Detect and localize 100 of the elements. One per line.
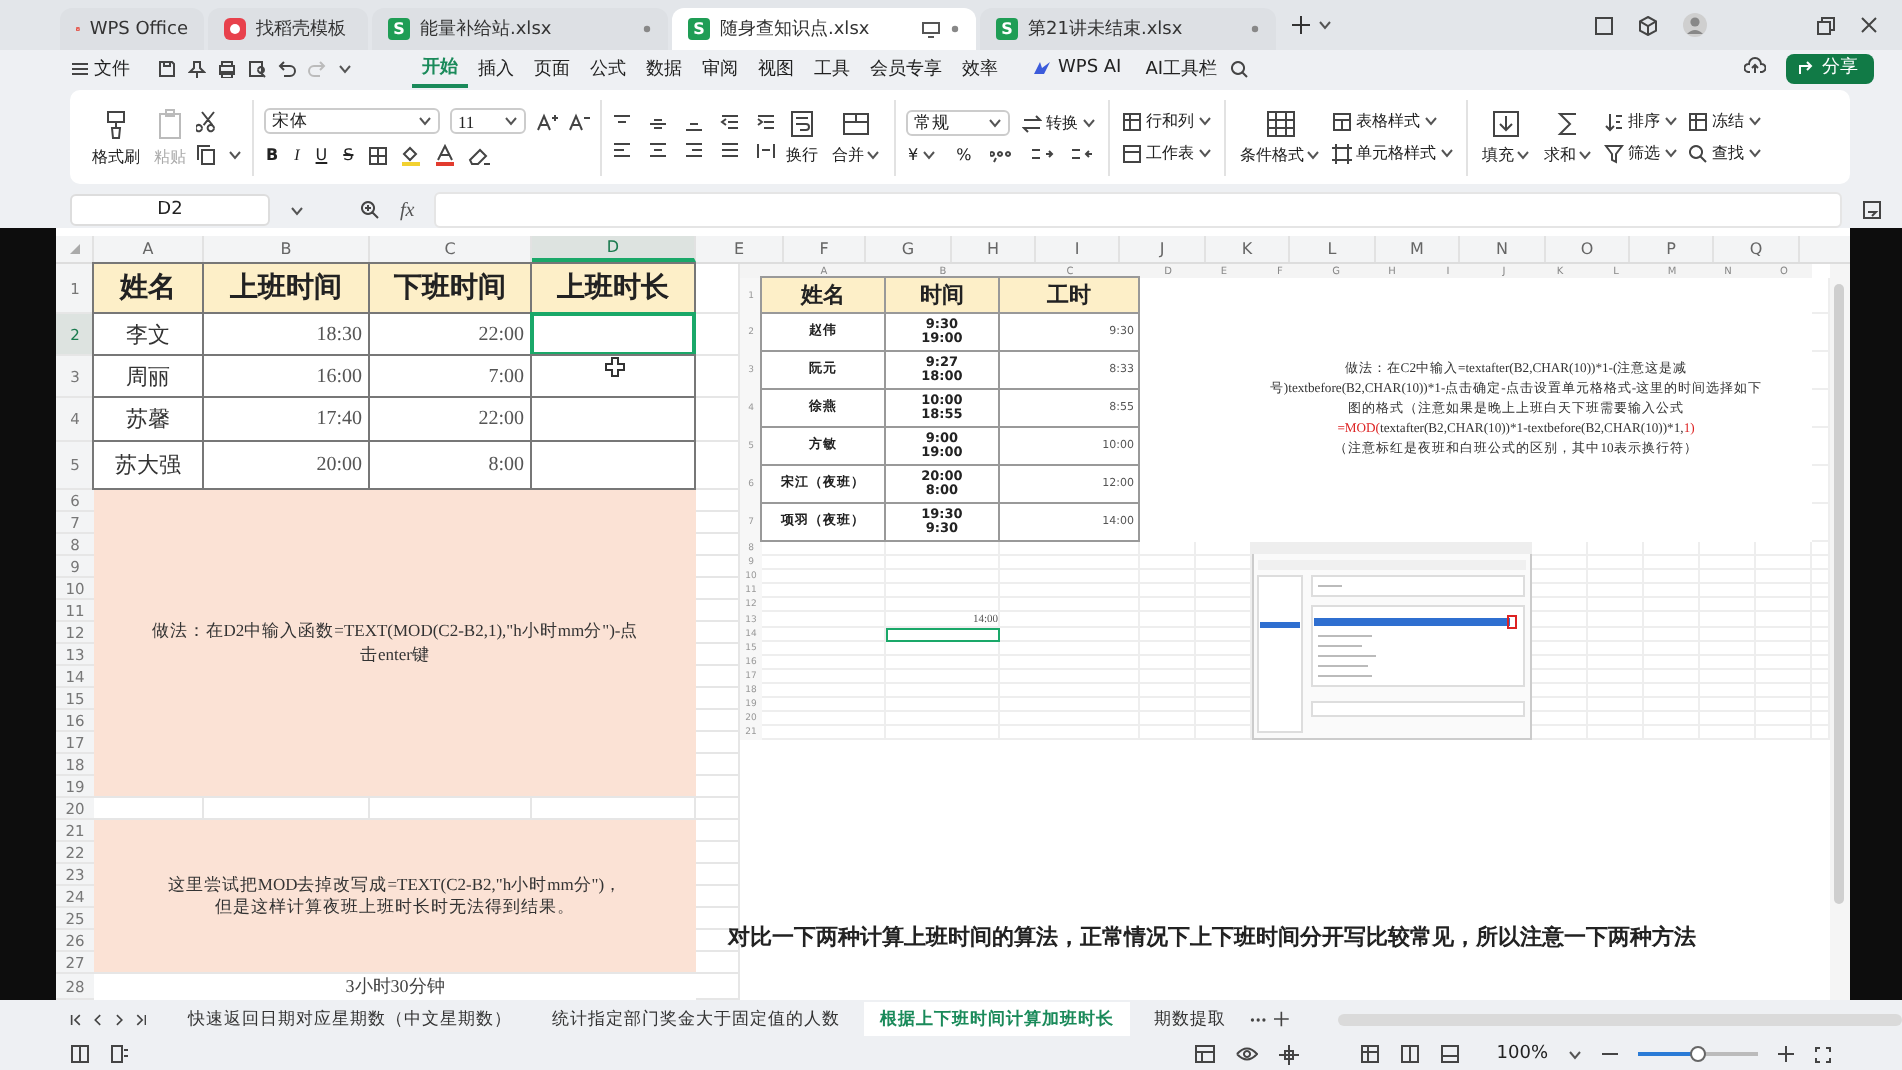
chevron-down-icon xyxy=(290,203,304,217)
find-button[interactable]: 查找 xyxy=(1686,142,1764,164)
formula-input[interactable] xyxy=(434,192,1842,228)
scissors-icon xyxy=(196,109,220,133)
convert-button[interactable]: 转换 xyxy=(1020,112,1098,134)
sort-button[interactable]: 排序 xyxy=(1602,110,1680,132)
column-header[interactable]: O xyxy=(1546,236,1630,262)
sum-button[interactable]: 求和 xyxy=(1540,109,1596,165)
window-tab[interactable]: S 随身查知识点.xlsx xyxy=(672,8,976,50)
header-cell: 下班时间 xyxy=(368,262,532,314)
font-size-dropdown[interactable]: 11 xyxy=(450,108,526,134)
next-sheet-icon xyxy=(112,1011,126,1027)
window-tab[interactable]: S 第21讲未结束.xlsx xyxy=(980,8,1276,50)
table-cell[interactable] xyxy=(530,440,696,490)
fill-down-icon xyxy=(1492,109,1520,137)
horizontal-scrollbar[interactable] xyxy=(1337,1013,1902,1025)
freeze-button[interactable]: 冻结 xyxy=(1686,110,1764,132)
worksheet-button[interactable]: 工作表 xyxy=(1120,142,1214,164)
chevron-down-icon xyxy=(1198,114,1212,128)
ribbon-tab[interactable]: 会员专享 xyxy=(860,51,952,85)
filter-button[interactable]: 筛选 xyxy=(1602,142,1680,164)
share-button[interactable]: 分享 xyxy=(1786,53,1874,83)
wrap-text-icon xyxy=(788,109,816,137)
ribbon-tab[interactable]: 效率 xyxy=(952,51,1008,85)
indent-increase-icon xyxy=(756,114,776,132)
table-style-button[interactable]: 表格样式 xyxy=(1330,110,1456,132)
sheet-tab[interactable]: 统计指定部门奖金大于固定值的人数 xyxy=(536,1002,857,1036)
ribbon-tab[interactable]: 审阅 xyxy=(692,51,748,85)
print-icon xyxy=(218,59,236,77)
column-header[interactable]: I xyxy=(1036,236,1120,262)
chevron-down-icon xyxy=(922,148,937,162)
status-icon xyxy=(110,1044,130,1064)
ribbon-tab[interactable]: 视图 xyxy=(748,51,804,85)
fill-button[interactable]: 填充 xyxy=(1478,109,1534,165)
window-icon xyxy=(1594,15,1614,35)
window-tab[interactable]: S 能量补给站.xlsx xyxy=(372,8,668,50)
column-header[interactable]: H xyxy=(952,236,1036,262)
font-shrink-icon xyxy=(568,111,590,131)
merge-cells-button[interactable]: 合并 xyxy=(828,109,884,165)
font-name-dropdown[interactable]: 宋体 xyxy=(264,108,440,134)
column-header[interactable]: D xyxy=(532,236,696,262)
sheet-tab[interactable]: 根据上下班时间计算加班时长 xyxy=(864,1002,1131,1036)
sheet-tab[interactable]: 期数提取 xyxy=(1138,1002,1243,1036)
column-header[interactable]: F xyxy=(784,236,866,262)
function-label[interactable]: fx xyxy=(400,199,415,221)
increase-decimal-icon xyxy=(1029,146,1054,164)
window-tab[interactable]: 找稻壳模板 xyxy=(208,8,368,50)
column-header[interactable]: Q xyxy=(1714,236,1800,262)
ribbon-tab[interactable]: 页面 xyxy=(524,51,580,85)
cell-reference-field[interactable]: D2 xyxy=(70,194,270,226)
file-type-badge: S xyxy=(688,18,710,40)
table-cell[interactable] xyxy=(530,312,696,356)
table-style-icon xyxy=(1332,111,1352,131)
wrap-text-button[interactable]: 换行 xyxy=(782,109,822,165)
window-tab[interactable]: WPS Office xyxy=(60,8,204,50)
comparison-note: 对比一下两种计算上班时间的算法，正常情况下上下班时间分开写比较常见，所以注意一下两种方法 xyxy=(728,922,1696,952)
empty-cell[interactable] xyxy=(696,798,740,820)
align-left-icon xyxy=(612,142,632,160)
eye-icon xyxy=(1236,1046,1259,1062)
rows-columns-button[interactable]: 行和列 xyxy=(1120,110,1214,132)
chevron-down-icon xyxy=(418,114,432,128)
font-style-button[interactable]: B xyxy=(264,146,281,164)
chevron-down-icon xyxy=(1748,146,1762,160)
border-icon xyxy=(367,145,388,165)
number-format-dropdown[interactable]: 常规 xyxy=(906,110,1010,136)
file-menu[interactable]: 文件 xyxy=(60,51,142,85)
monitor-icon xyxy=(922,21,940,37)
vertical-scrollbar[interactable] xyxy=(1830,264,1850,1000)
column-header[interactable]: G xyxy=(866,236,952,262)
font-grow-icon xyxy=(536,111,558,131)
ai-toolbar-tab[interactable]: AI工具栏 xyxy=(1133,51,1230,85)
table-cell[interactable] xyxy=(530,354,696,398)
ribbon-tab[interactable]: 工具 xyxy=(804,51,860,85)
font-style-button[interactable]: S xyxy=(341,146,356,164)
column-header[interactable]: E xyxy=(696,236,784,262)
column-header[interactable]: J xyxy=(1120,236,1206,262)
column-header[interactable]: L xyxy=(1290,236,1376,262)
font-style-button[interactable]: I xyxy=(292,146,302,164)
ribbon-tab[interactable]: 插入 xyxy=(468,51,524,85)
column-header[interactable]: M xyxy=(1376,236,1460,262)
chevron-down-icon xyxy=(1424,114,1438,128)
conditional-format-button[interactable]: 条件格式 xyxy=(1236,109,1324,165)
zoom-level[interactable]: 100% xyxy=(1496,1044,1548,1064)
zoom-slider-thumb[interactable] xyxy=(1690,1046,1706,1062)
currency-button[interactable]: ¥ xyxy=(906,146,939,164)
column-header[interactable]: K xyxy=(1206,236,1290,262)
ribbon-tab[interactable]: 数据 xyxy=(636,51,692,85)
sheet-tab[interactable]: 快速返回日期对应星期数（中文星期数） xyxy=(172,1002,529,1036)
scrollbar-thumb[interactable] xyxy=(1834,284,1844,904)
column-header[interactable]: N xyxy=(1460,236,1546,262)
chevron-down-icon xyxy=(1748,114,1762,128)
format-painter-button[interactable]: 格式刷 xyxy=(88,107,144,167)
cell-style-button[interactable]: 单元格样式 xyxy=(1330,142,1456,164)
percent-button[interactable]: % xyxy=(954,146,974,164)
ribbon-tab[interactable]: 公式 xyxy=(580,51,636,85)
ai-tab[interactable]: WPS AI xyxy=(1020,54,1134,82)
crosshair-cursor-icon xyxy=(603,356,625,378)
column-header[interactable]: P xyxy=(1630,236,1714,262)
rows-columns-icon xyxy=(1122,111,1142,131)
font-style-button[interactable]: U xyxy=(313,146,330,164)
